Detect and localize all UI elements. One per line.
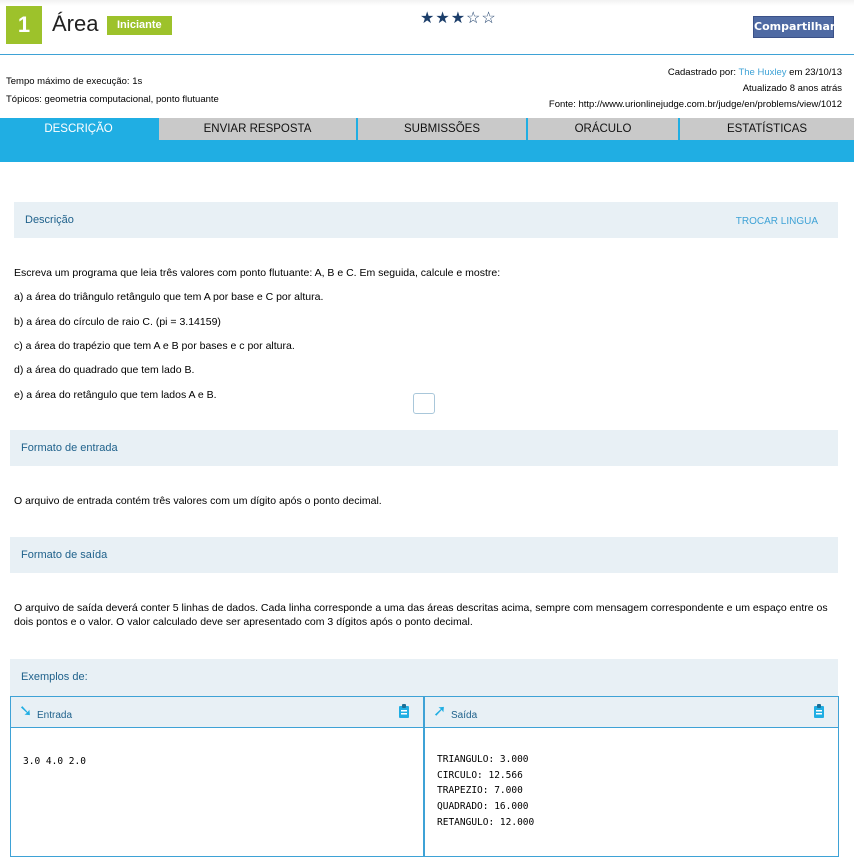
description-item: b) a área do círculo de raio C. (pi = 3.… xyxy=(14,316,221,328)
problem-credits: Cadastrado por: The Huxley em 23/10/13 A… xyxy=(549,65,842,113)
author-link[interactable]: The Huxley xyxy=(738,67,786,78)
rating-stars[interactable]: ★★★☆☆ xyxy=(420,8,497,28)
registered-line: Cadastrado por: The Huxley em 23/10/13 xyxy=(549,65,842,81)
description-intro: Escreva um programa que leia três valore… xyxy=(14,267,501,279)
time-limit: Tempo máximo de execução: 1s xyxy=(6,76,143,87)
updated-text: Atualizado 8 anos atrás xyxy=(742,83,842,94)
tab-statistics[interactable]: ESTATÍSTICAS xyxy=(680,118,854,140)
registered-date: em 23/10/13 xyxy=(789,67,842,78)
tab-bar: DESCRIÇÃO ENVIAR RESPOSTA SUBMISSÕES ORÁ… xyxy=(0,118,854,162)
loading-indicator xyxy=(413,393,435,414)
sample-output-label: Saída xyxy=(451,710,478,721)
switch-language-link[interactable]: TROCAR LINGUA xyxy=(736,216,818,227)
copy-clipboard-icon[interactable] xyxy=(812,703,826,719)
sample-input-panel: ➘ Entrada 3.0 4.0 2.0 xyxy=(10,696,424,857)
tab-submissions[interactable]: SUBMISSÕES xyxy=(358,118,526,140)
description-item: c) a área do trapézio que tem A e B por … xyxy=(14,340,295,352)
problem-title: Área xyxy=(52,11,99,36)
level-badge: Iniciante xyxy=(107,16,172,35)
arrow-up-right-icon: ➚ xyxy=(433,703,447,720)
problem-meta: Tempo máximo de execução: 1s Tópicos: ge… xyxy=(6,73,219,109)
share-button[interactable]: Compartilhar xyxy=(753,16,835,38)
sample-output-content: TRIANGULO: 3.000 CIRCULO: 12.566 TRAPEZI… xyxy=(437,754,535,828)
tab-description[interactable]: DESCRIÇÃO xyxy=(0,118,157,140)
arrow-down-right-icon: ➘ xyxy=(19,703,33,720)
input-format-title: Formato de entrada xyxy=(21,442,118,454)
topics: Tópicos: geometria computacional, ponto … xyxy=(6,94,219,105)
output-format-heading: Formato de saída xyxy=(10,537,838,573)
input-format-text: O arquivo de entrada contém três valores… xyxy=(14,495,382,507)
tab-oracle[interactable]: ORÁCULO xyxy=(528,118,678,140)
description-heading: Descrição TROCAR LINGUA xyxy=(14,202,838,238)
sample-input-header: ➘ Entrada xyxy=(11,696,423,728)
registered-prefix: Cadastrado por: xyxy=(667,67,736,78)
sample-input-label: Entrada xyxy=(37,710,73,721)
examples-heading: Exemplos de: xyxy=(10,659,838,696)
sample-output-panel: ➚ Saída TRIANGULO: 3.000 CIRCULO: 12.566… xyxy=(424,696,839,857)
output-format-text: O arquivo de saída deverá conter 5 linha… xyxy=(14,602,828,628)
copy-clipboard-icon[interactable] xyxy=(397,703,411,719)
problem-header: 1 Área Iniciante ★★★☆☆ Compartilhar xyxy=(0,0,854,55)
output-format-title: Formato de saída xyxy=(21,549,108,561)
sample-output-header: ➚ Saída xyxy=(425,696,838,728)
tab-submit[interactable]: ENVIAR RESPOSTA xyxy=(159,118,356,140)
problem-number: 1 xyxy=(6,6,42,44)
description-item: d) a área do quadrado que tem lado B. xyxy=(14,364,195,376)
examples-title: Exemplos de: xyxy=(21,671,88,683)
description-item: a) a área do triângulo retângulo que tem… xyxy=(14,291,324,303)
input-format-heading: Formato de entrada xyxy=(10,430,838,466)
sample-input-content: 3.0 4.0 2.0 xyxy=(23,756,86,767)
description-item: e) a área do retângulo que tem lados A e… xyxy=(14,389,217,401)
description-title: Descrição xyxy=(25,214,74,226)
source-text: Fonte: http://www.urionlinejudge.com.br/… xyxy=(548,99,842,110)
